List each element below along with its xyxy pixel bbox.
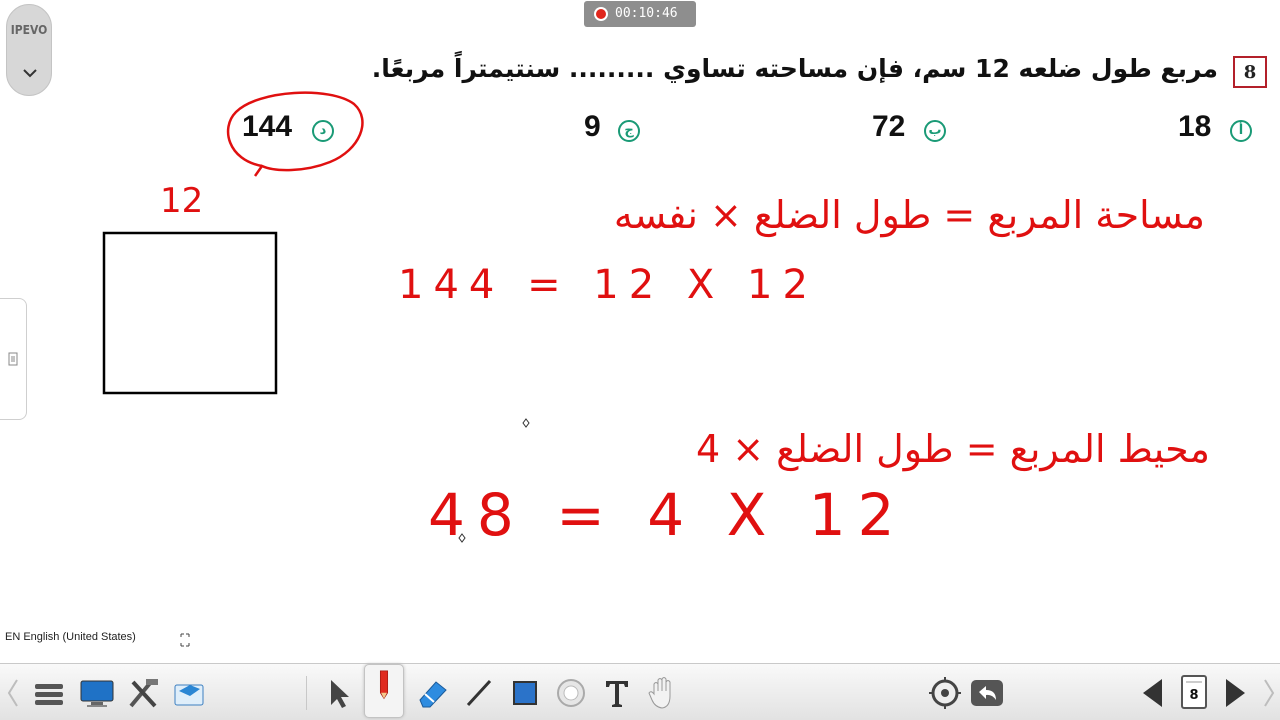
option-value: 72 (872, 110, 906, 143)
next-page-icon (1226, 679, 1245, 707)
text-tool[interactable] (598, 674, 636, 712)
page-indicator[interactable]: 8 (1180, 674, 1208, 710)
option-a: 18 أ (1178, 110, 1258, 150)
option-value: 144 (242, 110, 293, 143)
recording-indicator[interactable]: 00:10:46 (584, 1, 696, 27)
perimeter-formula: محيط المربع = طول الضلع × 4 (696, 427, 1210, 472)
option-value: 18 (1178, 110, 1212, 143)
display-button[interactable] (78, 674, 116, 712)
ipevo-logo: IPEVO (10, 23, 48, 37)
area-calculation: 144 = 12 X 12 (398, 262, 818, 308)
undo-icon (971, 680, 1003, 706)
recording-time: 00:10:46 (615, 6, 678, 21)
next-page-button[interactable] (1216, 674, 1254, 712)
spotlight-tool[interactable] (552, 674, 590, 712)
language-indicator[interactable]: EN English (United States) (5, 631, 136, 643)
pointer-tool[interactable] (320, 674, 358, 712)
shape-icon (513, 681, 537, 705)
menu-icon (35, 684, 63, 705)
prev-page-icon (1143, 679, 1162, 707)
text-icon (606, 681, 628, 707)
pointer-icon (331, 680, 349, 708)
question-text: مربع طول ضلعه 12 سم، فإن مساحته تساوي ..… (371, 54, 1218, 83)
side-panel-handle[interactable] (0, 298, 27, 420)
ipevo-panel[interactable]: IPEVO (6, 4, 52, 96)
shape-tool[interactable] (506, 674, 544, 712)
area-formula: مساحة المربع = طول الضلع × نفسه (614, 193, 1205, 238)
display-icon (80, 680, 114, 707)
option-letter: أ (1230, 120, 1252, 142)
hand-icon (648, 677, 671, 709)
capture-button[interactable] (170, 674, 208, 712)
zoom-icon (929, 677, 961, 709)
collapse-right-icon[interactable] (1262, 678, 1276, 708)
cursor-marker (458, 418, 530, 543)
option-b: 72 ب (872, 110, 952, 150)
option-letter: د (312, 120, 334, 142)
annotation-layer: 12 مساحة المربع = طول الضلع × نفسه 144 =… (102, 91, 1210, 549)
square-drawing (102, 231, 278, 395)
option-d: 144 د (242, 110, 342, 150)
language-options-icon[interactable] (180, 633, 190, 647)
question-number-box: 8 (1233, 56, 1267, 88)
line-tool[interactable] (460, 674, 498, 712)
pen-tool[interactable] (364, 664, 404, 718)
capture-icon (174, 684, 204, 706)
chevron-down-icon[interactable] (20, 63, 40, 83)
pen-icon (379, 670, 389, 700)
spotlight-icon (557, 679, 585, 707)
collapse-left-icon[interactable] (6, 678, 20, 708)
option-c: 9 ج (584, 110, 654, 150)
zoom-button[interactable] (926, 674, 964, 712)
grip-icon (8, 352, 18, 366)
eraser-tool[interactable] (414, 674, 452, 712)
question-number: 8 (1243, 62, 1257, 83)
tools-icon (129, 679, 158, 708)
perimeter-calculation: 48 = 4 X 12 (428, 481, 907, 549)
option-value: 9 (584, 110, 601, 143)
option-letter: ب (924, 120, 946, 142)
eraser-icon (419, 681, 447, 708)
side-label: 12 (160, 181, 203, 221)
hand-tool[interactable] (644, 674, 682, 712)
line-icon (466, 679, 492, 707)
record-icon (594, 7, 608, 21)
option-letter: ج (618, 120, 640, 142)
bottom-toolbar: 8 (0, 663, 1280, 720)
undo-button[interactable] (968, 674, 1006, 712)
page-number: 8 (1189, 688, 1199, 703)
prev-page-button[interactable] (1134, 674, 1172, 712)
tools-button[interactable] (124, 674, 162, 712)
menu-button[interactable] (30, 674, 68, 712)
